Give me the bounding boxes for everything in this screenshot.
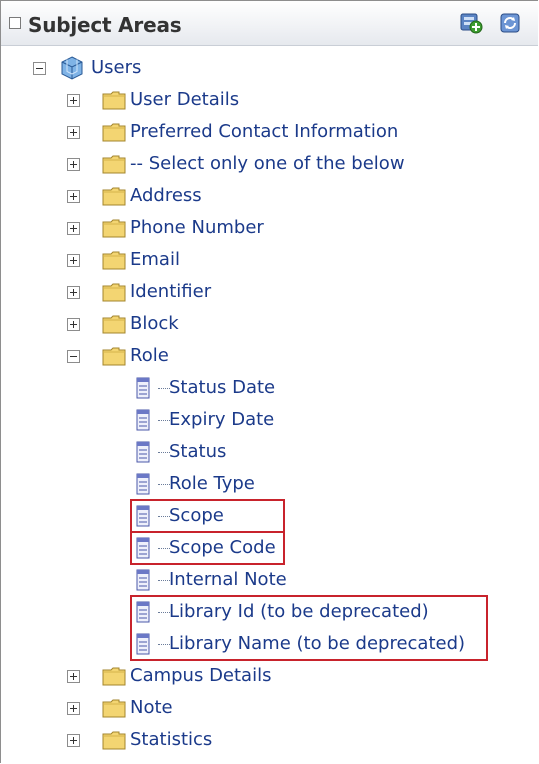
tree-folder[interactable]: Statistics bbox=[1, 725, 531, 755]
expand-toggle[interactable] bbox=[67, 190, 80, 203]
panel-header: Subject Areas bbox=[1, 1, 538, 46]
cube-icon bbox=[59, 55, 85, 81]
tree-node-label[interactable]: Block bbox=[130, 311, 179, 337]
folder-icon bbox=[101, 695, 127, 721]
tree-node-label[interactable]: -- Select only one of the below bbox=[130, 151, 405, 177]
folder-icon bbox=[101, 247, 127, 273]
folder-icon bbox=[101, 119, 127, 145]
tree-folder[interactable]: Email bbox=[1, 245, 531, 275]
panel-title: Subject Areas bbox=[28, 13, 182, 37]
tree-node-label[interactable]: Campus Details bbox=[130, 663, 271, 689]
tree-node-label[interactable]: Email bbox=[130, 247, 180, 273]
folder-icon bbox=[101, 727, 127, 753]
tree-node-label[interactable]: User Details bbox=[130, 87, 239, 113]
folder-icon bbox=[101, 311, 127, 337]
tree-column-item[interactable]: Status Date bbox=[1, 373, 531, 403]
folder-icon bbox=[101, 663, 127, 689]
tree-node-label[interactable]: Users bbox=[91, 55, 141, 81]
tree-folder-role[interactable]: Role bbox=[1, 341, 531, 371]
column-icon bbox=[134, 375, 160, 401]
tree-column-item[interactable]: Status bbox=[1, 437, 531, 467]
add-subject-area-icon[interactable] bbox=[459, 11, 483, 35]
tree-node-label[interactable]: Internal Note bbox=[169, 567, 287, 593]
tree-node-label[interactable]: Status Date bbox=[169, 375, 275, 401]
tree-column-item[interactable]: Expiry Date bbox=[1, 405, 531, 435]
tree-node-label[interactable]: Address bbox=[130, 183, 202, 209]
column-icon bbox=[134, 439, 160, 465]
tree-folder[interactable]: Note bbox=[1, 693, 531, 723]
subject-area-tree: Users User Details Preferred Contact Infor… bbox=[1, 45, 538, 763]
tree-node-label[interactable]: Phone Number bbox=[130, 215, 264, 241]
tree-column-item[interactable]: Role Type bbox=[1, 469, 531, 499]
tree-column-item[interactable]: Internal Note bbox=[1, 565, 531, 595]
highlight-box bbox=[130, 595, 488, 661]
tree-folder[interactable]: Phone Number bbox=[1, 213, 531, 243]
tree-node-label[interactable]: Identifier bbox=[130, 279, 211, 305]
tree-folder[interactable]: Address bbox=[1, 181, 531, 211]
tree-node-label[interactable]: Statistics bbox=[130, 727, 212, 753]
expand-toggle[interactable] bbox=[67, 318, 80, 331]
folder-icon bbox=[101, 151, 127, 177]
expand-toggle[interactable] bbox=[67, 670, 80, 683]
tree-node-label[interactable]: Role Type bbox=[169, 471, 255, 497]
column-icon bbox=[134, 567, 160, 593]
folder-icon bbox=[101, 87, 127, 113]
expand-toggle[interactable] bbox=[67, 126, 80, 139]
highlight-box bbox=[130, 499, 285, 533]
expand-toggle[interactable] bbox=[67, 94, 80, 107]
tree-folder[interactable]: -- Select only one of the below bbox=[1, 149, 531, 179]
tree-folder[interactable]: Preferred Contact Information bbox=[1, 117, 531, 147]
expand-toggle[interactable] bbox=[67, 158, 80, 171]
column-icon bbox=[134, 471, 160, 497]
expand-toggle[interactable] bbox=[67, 254, 80, 267]
tree-node-label[interactable]: Note bbox=[130, 695, 173, 721]
tree-folder[interactable]: Identifier bbox=[1, 277, 531, 307]
expand-toggle[interactable] bbox=[67, 702, 80, 715]
expand-toggle[interactable] bbox=[67, 286, 80, 299]
collapse-toggle[interactable] bbox=[33, 62, 46, 75]
tree-folder[interactable]: Campus Details bbox=[1, 661, 531, 691]
collapse-panel-toggle[interactable] bbox=[9, 17, 21, 29]
tree-folder[interactable]: Block bbox=[1, 309, 531, 339]
folder-icon bbox=[101, 343, 127, 369]
tree-node-label[interactable]: Preferred Contact Information bbox=[130, 119, 398, 145]
subject-areas-panel: Subject Areas Users User Details Preferred… bbox=[0, 0, 538, 763]
tree-node-label[interactable]: Expiry Date bbox=[169, 407, 274, 433]
tree-node-label[interactable]: Status bbox=[169, 439, 226, 465]
refresh-icon[interactable] bbox=[498, 11, 522, 35]
tree-folder[interactable]: User Details bbox=[1, 85, 531, 115]
column-icon bbox=[134, 407, 160, 433]
folder-icon bbox=[101, 215, 127, 241]
expand-toggle[interactable] bbox=[67, 222, 80, 235]
tree-node-users[interactable]: Users bbox=[1, 53, 531, 83]
collapse-toggle[interactable] bbox=[67, 350, 80, 363]
expand-toggle[interactable] bbox=[67, 734, 80, 747]
tree-node-label[interactable]: Role bbox=[130, 343, 169, 369]
highlight-box bbox=[130, 531, 285, 565]
folder-icon bbox=[101, 279, 127, 305]
folder-icon bbox=[101, 183, 127, 209]
